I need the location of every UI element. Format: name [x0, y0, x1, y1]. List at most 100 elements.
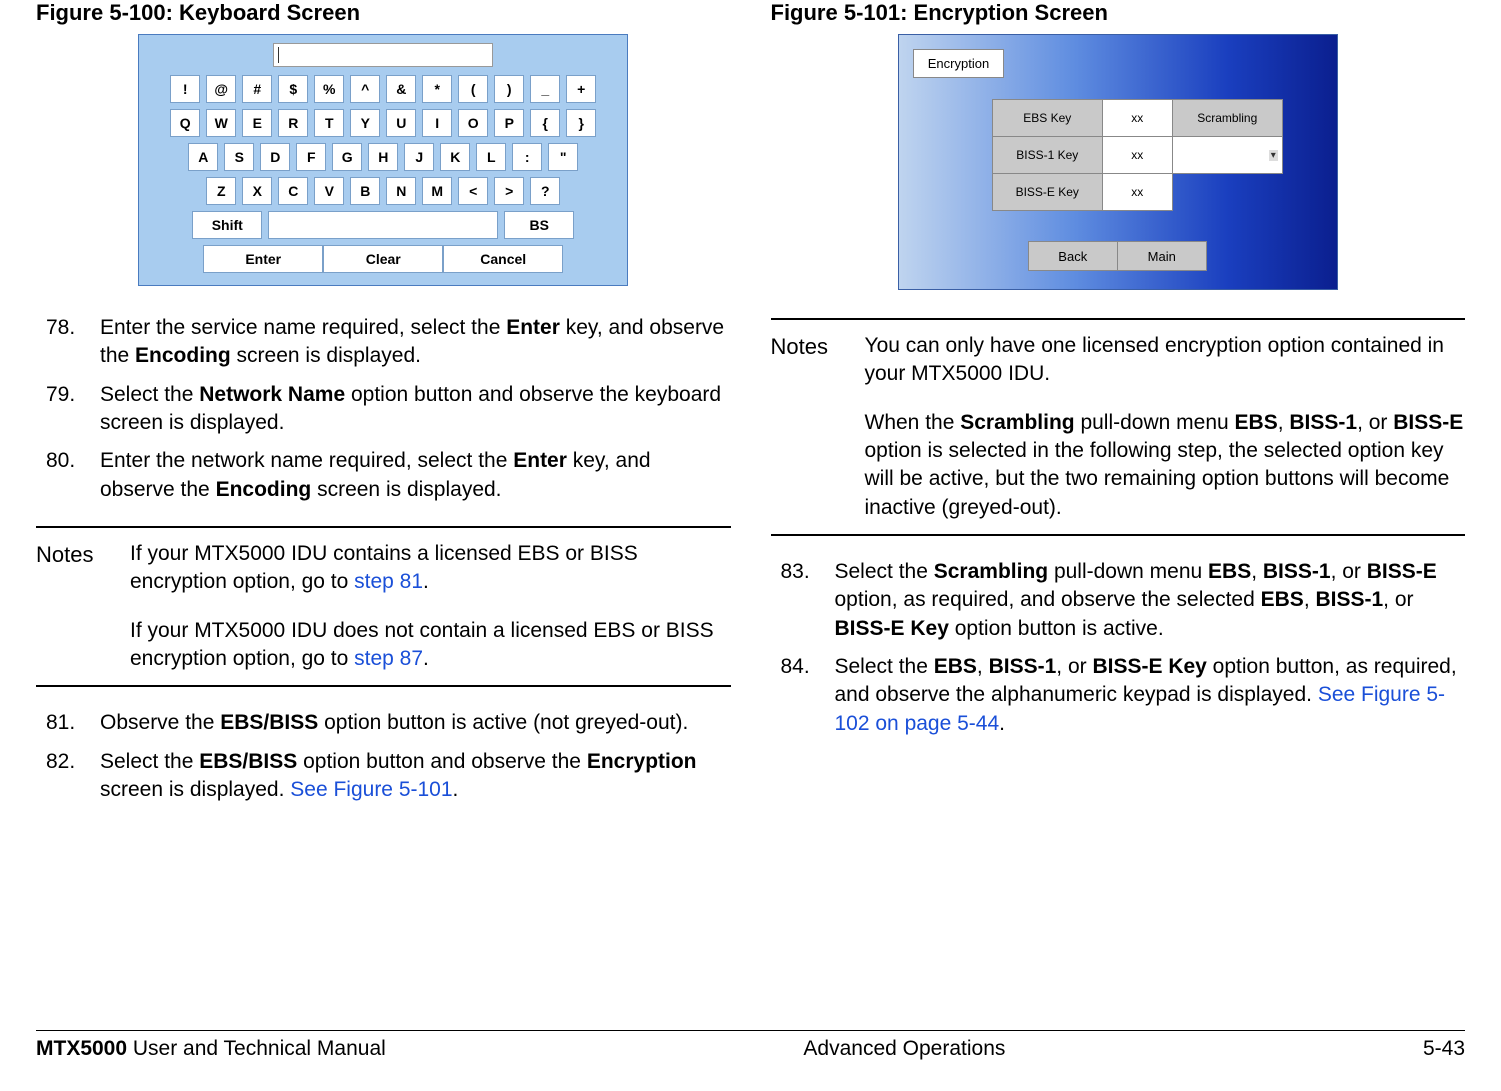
steps-left-a: 78.Enter the service name required, sele…	[36, 314, 731, 504]
step-text: Observe the EBS/BISS option button is ac…	[100, 709, 731, 737]
notes-right: Notes You can only have one licensed enc…	[771, 318, 1466, 536]
footer-right: 5-43	[1423, 1037, 1465, 1061]
step-item: 82.Select the EBS/BISS option button and…	[36, 748, 731, 805]
key-F[interactable]: F	[296, 143, 326, 171]
main-button[interactable]: Main	[1117, 241, 1207, 271]
steps-right: 83.Select the Scrambling pull-down menu …	[771, 558, 1466, 738]
key-&[interactable]: &	[386, 75, 416, 103]
note-paragraph: You can only have one licensed encryptio…	[865, 332, 1466, 389]
key-H[interactable]: H	[368, 143, 398, 171]
key-([interactable]: (	[458, 75, 488, 103]
space-key[interactable]	[268, 211, 498, 239]
key-$[interactable]: $	[278, 75, 308, 103]
notes-label-right: Notes	[771, 332, 865, 522]
step-text: Select the EBS, BISS-1, or BISS-E Key op…	[835, 653, 1466, 738]
notes-text-left: If your MTX5000 IDU contains a licensed …	[130, 540, 731, 673]
key->[interactable]: >	[494, 177, 524, 205]
key-row-4: ZXCVBNM<>?	[149, 177, 617, 205]
key-:[interactable]: :	[512, 143, 542, 171]
key-{[interactable]: {	[530, 109, 560, 137]
notes-left: Notes If your MTX5000 IDU contains a lic…	[36, 526, 731, 687]
footer-left-rest: User and Technical Manual	[127, 1037, 386, 1060]
figure-title-right: Figure 5-101: Encryption Screen	[771, 0, 1466, 26]
key-![interactable]: !	[170, 75, 200, 103]
footer-center: Advanced Operations	[803, 1037, 1005, 1061]
step-item: 79.Select the Network Name option button…	[36, 381, 731, 438]
key-row-1: !@#$%^&*()_+	[149, 75, 617, 103]
key-Q[interactable]: Q	[170, 109, 200, 137]
back-button[interactable]: Back	[1028, 241, 1118, 271]
key-U[interactable]: U	[386, 109, 416, 137]
key-C[interactable]: C	[278, 177, 308, 205]
step-item: 81.Observe the EBS/BISS option button is…	[36, 709, 731, 737]
keyboard-panel: !@#$%^&*()_+ QWERTYUIOP{} ASDFGHJKL:" ZX…	[138, 34, 628, 286]
key-J[interactable]: J	[404, 143, 434, 171]
key-T[interactable]: T	[314, 109, 344, 137]
key-row-3: ASDFGHJKL:"	[149, 143, 617, 171]
step-number: 79.	[36, 381, 100, 438]
encryption-tab[interactable]: Encryption	[913, 49, 1004, 78]
key-B[interactable]: B	[350, 177, 380, 205]
scrambling-label: Scrambling	[1172, 99, 1283, 137]
bisse-key-value: xx	[1102, 173, 1173, 211]
key-row-space: Shift BS	[149, 211, 617, 239]
scrambling-dropdown[interactable]	[1172, 136, 1283, 174]
cancel-key[interactable]: Cancel	[443, 245, 563, 273]
clear-key[interactable]: Clear	[323, 245, 443, 273]
key-Z[interactable]: Z	[206, 177, 236, 205]
key-O[interactable]: O	[458, 109, 488, 137]
key-N[interactable]: N	[386, 177, 416, 205]
key-#[interactable]: #	[242, 75, 272, 103]
key-)[interactable]: )	[494, 75, 524, 103]
key-+[interactable]: +	[566, 75, 596, 103]
step-text: Select the Scrambling pull-down menu EBS…	[835, 558, 1466, 643]
keyboard-display[interactable]	[273, 43, 493, 67]
enter-key[interactable]: Enter	[203, 245, 323, 273]
key-?[interactable]: ?	[530, 177, 560, 205]
note-paragraph: When the Scrambling pull-down menu EBS, …	[865, 409, 1466, 522]
biss1-key-button[interactable]: BISS-1 Key	[992, 136, 1103, 174]
key-<[interactable]: <	[458, 177, 488, 205]
key-*[interactable]: *	[422, 75, 452, 103]
key-%[interactable]: %	[314, 75, 344, 103]
key-A[interactable]: A	[188, 143, 218, 171]
key-E[interactable]: E	[242, 109, 272, 137]
step-number: 78.	[36, 314, 100, 371]
key-Y[interactable]: Y	[350, 109, 380, 137]
bs-key[interactable]: BS	[504, 211, 574, 239]
step-number: 84.	[771, 653, 835, 738]
step-number: 81.	[36, 709, 100, 737]
key-K[interactable]: K	[440, 143, 470, 171]
bisse-key-button[interactable]: BISS-E Key	[992, 173, 1103, 211]
key-}[interactable]: }	[566, 109, 596, 137]
step-number: 80.	[36, 447, 100, 504]
notes-text-right: You can only have one licensed encryptio…	[865, 332, 1466, 522]
key-I[interactable]: I	[422, 109, 452, 137]
note-paragraph: If your MTX5000 IDU does not contain a l…	[130, 617, 731, 674]
ebs-key-value: xx	[1102, 99, 1173, 137]
key-X[interactable]: X	[242, 177, 272, 205]
key-W[interactable]: W	[206, 109, 236, 137]
key-R[interactable]: R	[278, 109, 308, 137]
notes-label-left: Notes	[36, 540, 130, 673]
key-G[interactable]: G	[332, 143, 362, 171]
figure-title-left: Figure 5-100: Keyboard Screen	[36, 0, 731, 26]
key-L[interactable]: L	[476, 143, 506, 171]
shift-key[interactable]: Shift	[192, 211, 262, 239]
key-"[interactable]: "	[548, 143, 578, 171]
key-P[interactable]: P	[494, 109, 524, 137]
page-footer: MTX5000 User and Technical Manual Advanc…	[36, 1030, 1465, 1061]
step-item: 80.Enter the network name required, sele…	[36, 447, 731, 504]
key-_[interactable]: _	[530, 75, 560, 103]
key-^[interactable]: ^	[350, 75, 380, 103]
footer-left: MTX5000 User and Technical Manual	[36, 1037, 386, 1061]
key-@[interactable]: @	[206, 75, 236, 103]
footer-left-bold: MTX5000	[36, 1037, 127, 1060]
key-D[interactable]: D	[260, 143, 290, 171]
key-M[interactable]: M	[422, 177, 452, 205]
step-text: Enter the network name required, select …	[100, 447, 731, 504]
key-S[interactable]: S	[224, 143, 254, 171]
step-number: 83.	[771, 558, 835, 643]
key-V[interactable]: V	[314, 177, 344, 205]
ebs-key-button[interactable]: EBS Key	[992, 99, 1103, 137]
